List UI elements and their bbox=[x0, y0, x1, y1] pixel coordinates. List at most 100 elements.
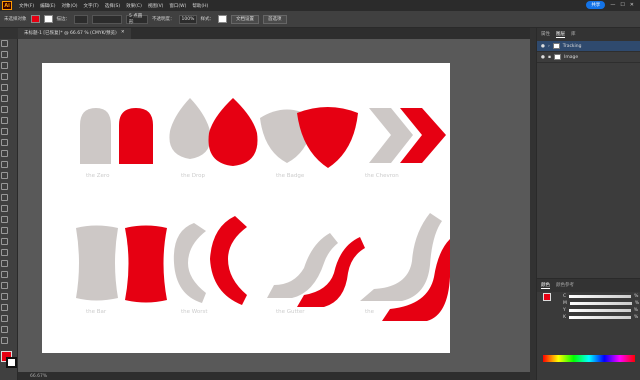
menu-type[interactable]: 文字(T) bbox=[81, 3, 102, 9]
label-partial: the bbox=[365, 309, 375, 315]
document-tab[interactable]: 未标题-1 [已恢复]* @ 66.67 % (CMYK/预览) ✕ bbox=[18, 28, 131, 39]
stroke-weight-input[interactable] bbox=[74, 14, 88, 24]
shape-builder-tool-icon[interactable] bbox=[1, 216, 8, 223]
label-zero: the Zero bbox=[86, 173, 110, 179]
drop-shape-red bbox=[208, 98, 258, 166]
document-tab-title: 未标题-1 [已恢复]* @ 66.67 % (CMYK/预览) bbox=[24, 31, 117, 36]
document-setup-button[interactable]: 文档设置 bbox=[231, 14, 259, 24]
tab-color-guide[interactable]: 颜色参考 bbox=[556, 282, 574, 289]
blend-tool-icon[interactable] bbox=[1, 271, 8, 278]
eyedropper-tool-icon[interactable] bbox=[1, 260, 8, 267]
zoom-tool-icon[interactable] bbox=[1, 337, 8, 344]
brush-select[interactable]: 5 点圆形 bbox=[126, 14, 148, 25]
style-swatch[interactable] bbox=[218, 15, 227, 23]
menu-object[interactable]: 对象(O) bbox=[58, 3, 80, 9]
style-label: 样式： bbox=[200, 17, 215, 22]
menu-window[interactable]: 窗口(W) bbox=[166, 3, 189, 9]
layer-name[interactable]: Image bbox=[564, 55, 578, 60]
partial-shape-gray bbox=[360, 213, 442, 301]
expand-chevron-icon[interactable]: › bbox=[548, 44, 550, 49]
slider-track[interactable] bbox=[569, 295, 632, 298]
menu-effect[interactable]: 效果(C) bbox=[123, 3, 145, 9]
label-worst: the Worst bbox=[181, 309, 208, 315]
status-bar: 66.67% bbox=[18, 372, 530, 380]
free-transform-tool-icon[interactable] bbox=[1, 205, 8, 212]
tab-color[interactable]: 颜色 bbox=[541, 282, 550, 289]
slider-track[interactable] bbox=[568, 316, 631, 319]
visibility-eye-icon[interactable]: ● bbox=[541, 44, 545, 49]
tab-libraries[interactable]: 库 bbox=[571, 31, 576, 38]
slice-tool-icon[interactable] bbox=[1, 315, 8, 322]
symbol-sprayer-tool-icon[interactable] bbox=[1, 282, 8, 289]
menu-select[interactable]: 选择(S) bbox=[102, 3, 123, 9]
color-fill-swatch[interactable] bbox=[543, 293, 551, 301]
slider-k[interactable]: K% bbox=[563, 315, 640, 320]
opacity-label: 不透明度： bbox=[152, 17, 175, 22]
layer-name[interactable]: Tracking bbox=[563, 44, 582, 49]
eraser-tool-icon[interactable] bbox=[1, 161, 8, 168]
menu-help[interactable]: 帮助(H) bbox=[189, 3, 211, 9]
window-controls: 共享 — ☐ ✕ bbox=[586, 1, 634, 9]
fill-stroke-widget[interactable] bbox=[0, 351, 18, 373]
unit-label: % bbox=[634, 294, 639, 299]
type-tool-icon[interactable] bbox=[1, 106, 8, 113]
paintbrush-tool-icon[interactable] bbox=[1, 139, 8, 146]
column-graph-tool-icon[interactable] bbox=[1, 293, 8, 300]
direct-selection-tool-icon[interactable] bbox=[1, 51, 8, 58]
layer-row[interactable]: ● ▪ Image bbox=[537, 52, 640, 63]
unit-label: % bbox=[634, 301, 640, 306]
layer-thumbnail bbox=[554, 54, 561, 60]
variable-width-select[interactable] bbox=[92, 14, 122, 24]
selection-tool-icon[interactable] bbox=[1, 40, 8, 47]
artboard-tool-icon[interactable] bbox=[1, 304, 8, 311]
visibility-eye-icon[interactable]: ● bbox=[541, 55, 545, 60]
preferences-button[interactable]: 首选项 bbox=[263, 14, 287, 24]
width-tool-icon[interactable] bbox=[1, 194, 8, 201]
minimize-icon[interactable]: — bbox=[610, 2, 615, 8]
pen-tool-icon[interactable] bbox=[1, 84, 8, 91]
stroke-color-swatch[interactable] bbox=[6, 357, 17, 368]
stroke-swatch[interactable] bbox=[43, 15, 53, 23]
slider-track[interactable] bbox=[569, 302, 632, 305]
slider-c[interactable]: C% bbox=[563, 294, 640, 299]
artboard[interactable]: the Zero the Drop the Badge the Chevron … bbox=[42, 63, 450, 353]
label-bar: the Bar bbox=[86, 309, 107, 315]
curvature-tool-icon[interactable] bbox=[1, 95, 8, 102]
color-spectrum[interactable] bbox=[543, 355, 635, 362]
maximize-icon[interactable]: ☐ bbox=[620, 2, 624, 8]
unit-label: % bbox=[633, 308, 639, 313]
slider-y[interactable]: Y% bbox=[563, 308, 640, 313]
slider-track[interactable] bbox=[568, 309, 631, 312]
menu-file[interactable]: 文件(F) bbox=[16, 3, 37, 9]
layer-row[interactable]: ● › Tracking bbox=[537, 41, 640, 52]
magic-wand-tool-icon[interactable] bbox=[1, 62, 8, 69]
tab-layers[interactable]: 图层 bbox=[556, 31, 565, 38]
fill-swatch[interactable] bbox=[30, 15, 40, 23]
selection-status: 未选择对象 bbox=[4, 17, 27, 22]
lasso-tool-icon[interactable] bbox=[1, 73, 8, 80]
line-tool-icon[interactable] bbox=[1, 117, 8, 124]
share-button[interactable]: 共享 bbox=[586, 1, 606, 9]
perspective-grid-tool-icon[interactable] bbox=[1, 227, 8, 234]
opacity-input[interactable]: 100% bbox=[178, 14, 197, 24]
channel-c-label: C bbox=[563, 294, 567, 299]
gradient-tool-icon[interactable] bbox=[1, 249, 8, 256]
tab-properties[interactable]: 属性 bbox=[541, 31, 550, 38]
hand-tool-icon[interactable] bbox=[1, 326, 8, 333]
color-panel-tabs: 颜色 颜色参考 bbox=[537, 279, 640, 292]
canvas[interactable]: the Zero the Drop the Badge the Chevron … bbox=[18, 39, 530, 372]
close-icon[interactable]: ✕ bbox=[630, 2, 634, 8]
scale-tool-icon[interactable] bbox=[1, 183, 8, 190]
slider-m[interactable]: M% bbox=[563, 301, 640, 306]
rectangle-tool-icon[interactable] bbox=[1, 128, 8, 135]
zoom-level[interactable]: 66.67% bbox=[30, 374, 47, 379]
lock-icon[interactable]: ▪ bbox=[548, 55, 551, 60]
pencil-tool-icon[interactable] bbox=[1, 150, 8, 157]
rotate-tool-icon[interactable] bbox=[1, 172, 8, 179]
close-tab-icon[interactable]: ✕ bbox=[121, 30, 125, 37]
menu-edit[interactable]: 编辑(E) bbox=[37, 3, 58, 9]
drop-shape-gray bbox=[169, 98, 211, 159]
menu-view[interactable]: 视图(V) bbox=[145, 3, 167, 9]
label-drop: the Drop bbox=[181, 173, 206, 179]
mesh-tool-icon[interactable] bbox=[1, 238, 8, 245]
